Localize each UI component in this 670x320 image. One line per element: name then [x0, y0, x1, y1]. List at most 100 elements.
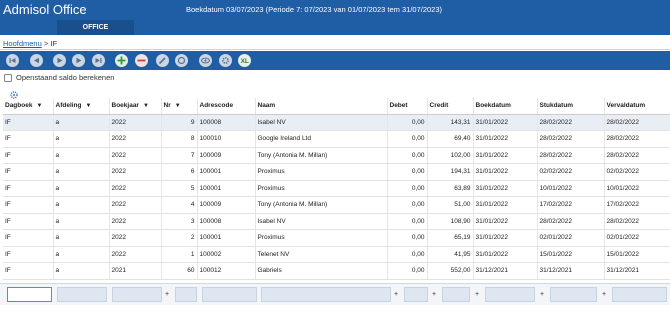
table-row[interactable]: IF a 2022 5 100001 Proximus 0,00 63,89 31/01/202…	[3, 180, 670, 197]
cell-nr: 3	[160, 213, 197, 230]
table-row[interactable]: IF a 2021 60 100012 Gabriels 0,00 552,00 31/12/2…	[3, 262, 670, 280]
filter-boekdatum[interactable]	[485, 287, 535, 302]
cell-credit: 102,00	[426, 147, 473, 164]
table-row[interactable]: IF a 2022 4 100009 Tony (Antonia M. Millan) 0,…	[3, 196, 670, 214]
column-label: Adrescode	[199, 102, 234, 110]
cell-vervaldatum: 15/01/2022	[603, 246, 670, 263]
breadcrumb-home-link[interactable]: Hoofdmenu	[3, 39, 42, 48]
delete-button[interactable]	[135, 54, 148, 67]
table-row[interactable]: IF a 2022 3 100008 Isabel NV 0,00 108,90 31/01/2…	[3, 213, 670, 230]
cell-nr: 5	[160, 180, 197, 197]
cell-stukdatum: 17/02/2022	[536, 196, 604, 214]
cell-stukdatum: 02/01/2022	[536, 229, 604, 247]
column-label: Afdeling	[55, 102, 82, 110]
cell-nr: 7	[160, 147, 197, 164]
cell-naam: Proximus	[254, 163, 387, 181]
cell-adrescode: 100008	[196, 114, 255, 131]
filter-plus-symbol: +	[432, 291, 437, 298]
column-header-vervaldatum[interactable]: Vervaldatum	[603, 98, 670, 115]
refresh-icon	[177, 56, 186, 65]
sort-arrow-icon[interactable]: ▼	[175, 103, 181, 109]
play-button[interactable]	[53, 54, 66, 67]
filter-plus-symbol: +	[394, 291, 399, 298]
cell-dagboek: IF	[3, 130, 53, 148]
cell-stukdatum: 10/01/2022	[536, 180, 604, 197]
cell-boekjaar: 2022	[108, 196, 161, 214]
cell-afdeling: a	[52, 246, 109, 263]
column-header-stukdatum[interactable]: Stukdatum	[536, 98, 604, 115]
table-row[interactable]: IF a 2022 2 100001 Proximus 0,00 65,19 31/01/202…	[3, 229, 670, 247]
cell-naam: Isabel NV	[254, 114, 387, 131]
cell-boekdatum: 31/01/2022	[472, 213, 537, 230]
cell-boekdatum: 31/01/2022	[472, 130, 537, 148]
cell-adrescode: 100001	[196, 163, 255, 181]
filter-stukdatum[interactable]	[550, 287, 597, 302]
breadcrumb-separator: >	[43, 39, 49, 48]
column-header-debet[interactable]: Debet	[386, 98, 427, 115]
cell-adrescode: 100010	[196, 130, 255, 148]
app-title: Admisol Office	[3, 2, 87, 17]
column-header-credit[interactable]: Credit	[426, 98, 473, 115]
open-balance-checkbox[interactable]	[4, 73, 12, 82]
filter-bar: + + + + + +	[0, 283, 670, 305]
filter-debet[interactable]	[404, 287, 428, 302]
skip-forward-icon	[95, 58, 102, 63]
cell-credit: 552,00	[426, 262, 473, 280]
add-button[interactable]	[115, 54, 128, 67]
table-row[interactable]: IF a 2022 7 100009 Tony (Antonia M. Millan) 0,…	[3, 147, 670, 164]
settings-button[interactable]	[219, 54, 232, 67]
tab-office[interactable]: OFFICE	[57, 20, 134, 35]
filter-credit[interactable]	[442, 287, 470, 302]
cell-adrescode: 100001	[196, 229, 255, 247]
filter-afdeling[interactable]	[57, 287, 107, 302]
cell-credit: 63,89	[426, 180, 473, 197]
cell-afdeling: a	[52, 114, 109, 131]
cell-adrescode: 100008	[196, 213, 255, 230]
table-row[interactable]: IF a 2022 9 100008 Isabel NV 0,00 143,31 31/01/2…	[3, 114, 670, 131]
cell-boekdatum: 31/01/2022	[472, 163, 537, 181]
cell-boekdatum: 31/12/2021	[472, 262, 537, 280]
cell-vervaldatum: 10/01/2022	[603, 180, 670, 197]
edit-button[interactable]	[156, 54, 169, 67]
previous-record-button[interactable]	[30, 54, 43, 67]
cell-debet: 0,00	[386, 180, 427, 197]
column-header-boekdatum[interactable]: Boekdatum	[472, 98, 537, 115]
column-header-adrescode[interactable]: Adrescode	[196, 98, 255, 115]
last-record-button[interactable]	[92, 54, 105, 67]
breadcrumb-current: IF	[50, 39, 58, 48]
cell-stukdatum: 28/02/2022	[536, 130, 604, 148]
refresh-button[interactable]	[175, 54, 188, 67]
cell-boekdatum: 31/01/2022	[472, 180, 537, 197]
cell-credit: 51,00	[426, 196, 473, 214]
cell-adrescode: 100002	[196, 246, 255, 263]
first-record-button[interactable]	[6, 54, 19, 67]
filter-vervaldatum[interactable]	[612, 287, 667, 302]
cell-vervaldatum: 28/02/2022	[603, 114, 670, 131]
cell-stukdatum: 15/01/2022	[536, 246, 604, 263]
preview-button[interactable]	[199, 54, 212, 67]
column-header-boekjaar[interactable]: Boekjaar ▼	[108, 98, 161, 115]
column-header-naam[interactable]: Naam	[254, 98, 387, 115]
sort-arrow-icon[interactable]: ▼	[143, 103, 149, 109]
table-row[interactable]: IF a 2022 1 100002 Telenet NV 0,00 41,95 31/01/2…	[3, 246, 670, 263]
filter-naam[interactable]	[261, 287, 391, 302]
filter-nr[interactable]	[175, 287, 197, 302]
filter-adrescode[interactable]	[202, 287, 257, 302]
cell-stukdatum: 28/02/2022	[536, 213, 604, 230]
cell-nr: 2	[160, 229, 197, 247]
column-header-nr[interactable]: Nr ▼	[160, 98, 197, 115]
sort-arrow-icon[interactable]: ▼	[86, 103, 92, 109]
column-header-afdeling[interactable]: Afdeling ▼	[52, 98, 109, 115]
excel-export-button[interactable]: XL	[238, 54, 251, 67]
filter-boekjaar[interactable]	[112, 287, 162, 302]
cell-stukdatum: 28/02/2022	[536, 114, 604, 131]
cell-nr: 60	[160, 262, 197, 280]
column-header-dagboek[interactable]: Dagboek ▼	[3, 98, 53, 115]
cell-afdeling: a	[52, 180, 109, 197]
sort-arrow-icon[interactable]: ▼	[36, 103, 42, 109]
divider	[0, 49, 670, 50]
filter-dagboek[interactable]	[7, 287, 52, 302]
next-button[interactable]	[72, 54, 85, 67]
table-row[interactable]: IF a 2022 6 100001 Proximus 0,00 194,31 31/01/20…	[3, 163, 670, 181]
table-row[interactable]: IF a 2022 8 100010 Google Ireland Ltd 0,00 69,4…	[3, 130, 670, 148]
